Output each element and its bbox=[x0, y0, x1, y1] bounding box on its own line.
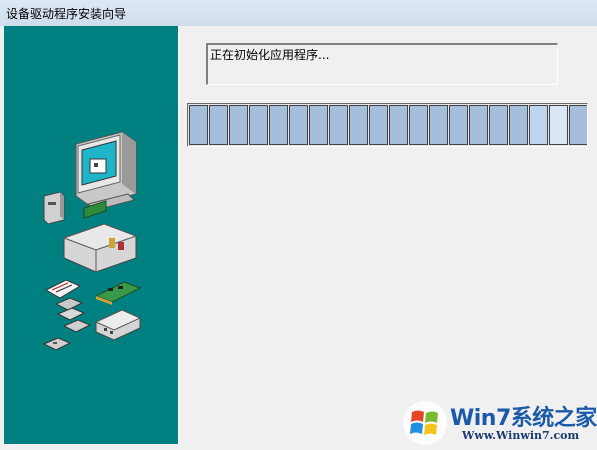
progress-segment bbox=[449, 105, 468, 145]
site-watermark: Win7系统之家 Www.Winwin7.com bbox=[400, 396, 597, 450]
circuit-card-icon bbox=[94, 281, 142, 305]
install-progress-bar bbox=[187, 103, 588, 147]
wizard-content-area bbox=[180, 26, 592, 444]
open-case-icon bbox=[62, 200, 138, 273]
progress-segment bbox=[509, 105, 528, 145]
floppy-disk-icon bbox=[42, 297, 92, 351]
progress-segment bbox=[369, 105, 388, 145]
progress-segment bbox=[569, 105, 587, 145]
progress-segment bbox=[489, 105, 508, 145]
progress-segments bbox=[189, 105, 587, 145]
status-message-box: 正在初始化应用程序... bbox=[206, 43, 558, 85]
progress-segment bbox=[549, 105, 568, 145]
progress-segment bbox=[389, 105, 408, 145]
computer-monitor-icon bbox=[75, 131, 137, 211]
network-hub-icon bbox=[94, 309, 142, 341]
progress-segment bbox=[209, 105, 228, 145]
watermark-url: Www.Winwin7.com bbox=[462, 429, 580, 442]
window-title: 设备驱动程序安装向导 bbox=[6, 7, 127, 21]
progress-segment bbox=[429, 105, 448, 145]
hardware-illustration bbox=[42, 131, 142, 351]
keyboard-icon bbox=[44, 279, 82, 299]
windows-logo-icon bbox=[403, 401, 447, 445]
progress-segment bbox=[189, 105, 208, 145]
progress-segment bbox=[229, 105, 248, 145]
progress-segment bbox=[289, 105, 308, 145]
progress-segment bbox=[329, 105, 348, 145]
watermark-brand: Win7系统之家 bbox=[450, 406, 597, 431]
progress-segment bbox=[249, 105, 268, 145]
progress-segment bbox=[529, 105, 548, 145]
progress-segment bbox=[469, 105, 488, 145]
progress-segment bbox=[409, 105, 428, 145]
progress-segment bbox=[269, 105, 288, 145]
progress-segment bbox=[309, 105, 328, 145]
pc-tower-icon bbox=[43, 191, 65, 225]
wizard-side-panel bbox=[4, 26, 179, 444]
status-message: 正在初始化应用程序... bbox=[210, 48, 330, 62]
title-bar[interactable]: 设备驱动程序安装向导 bbox=[0, 0, 597, 26]
progress-segment bbox=[349, 105, 368, 145]
